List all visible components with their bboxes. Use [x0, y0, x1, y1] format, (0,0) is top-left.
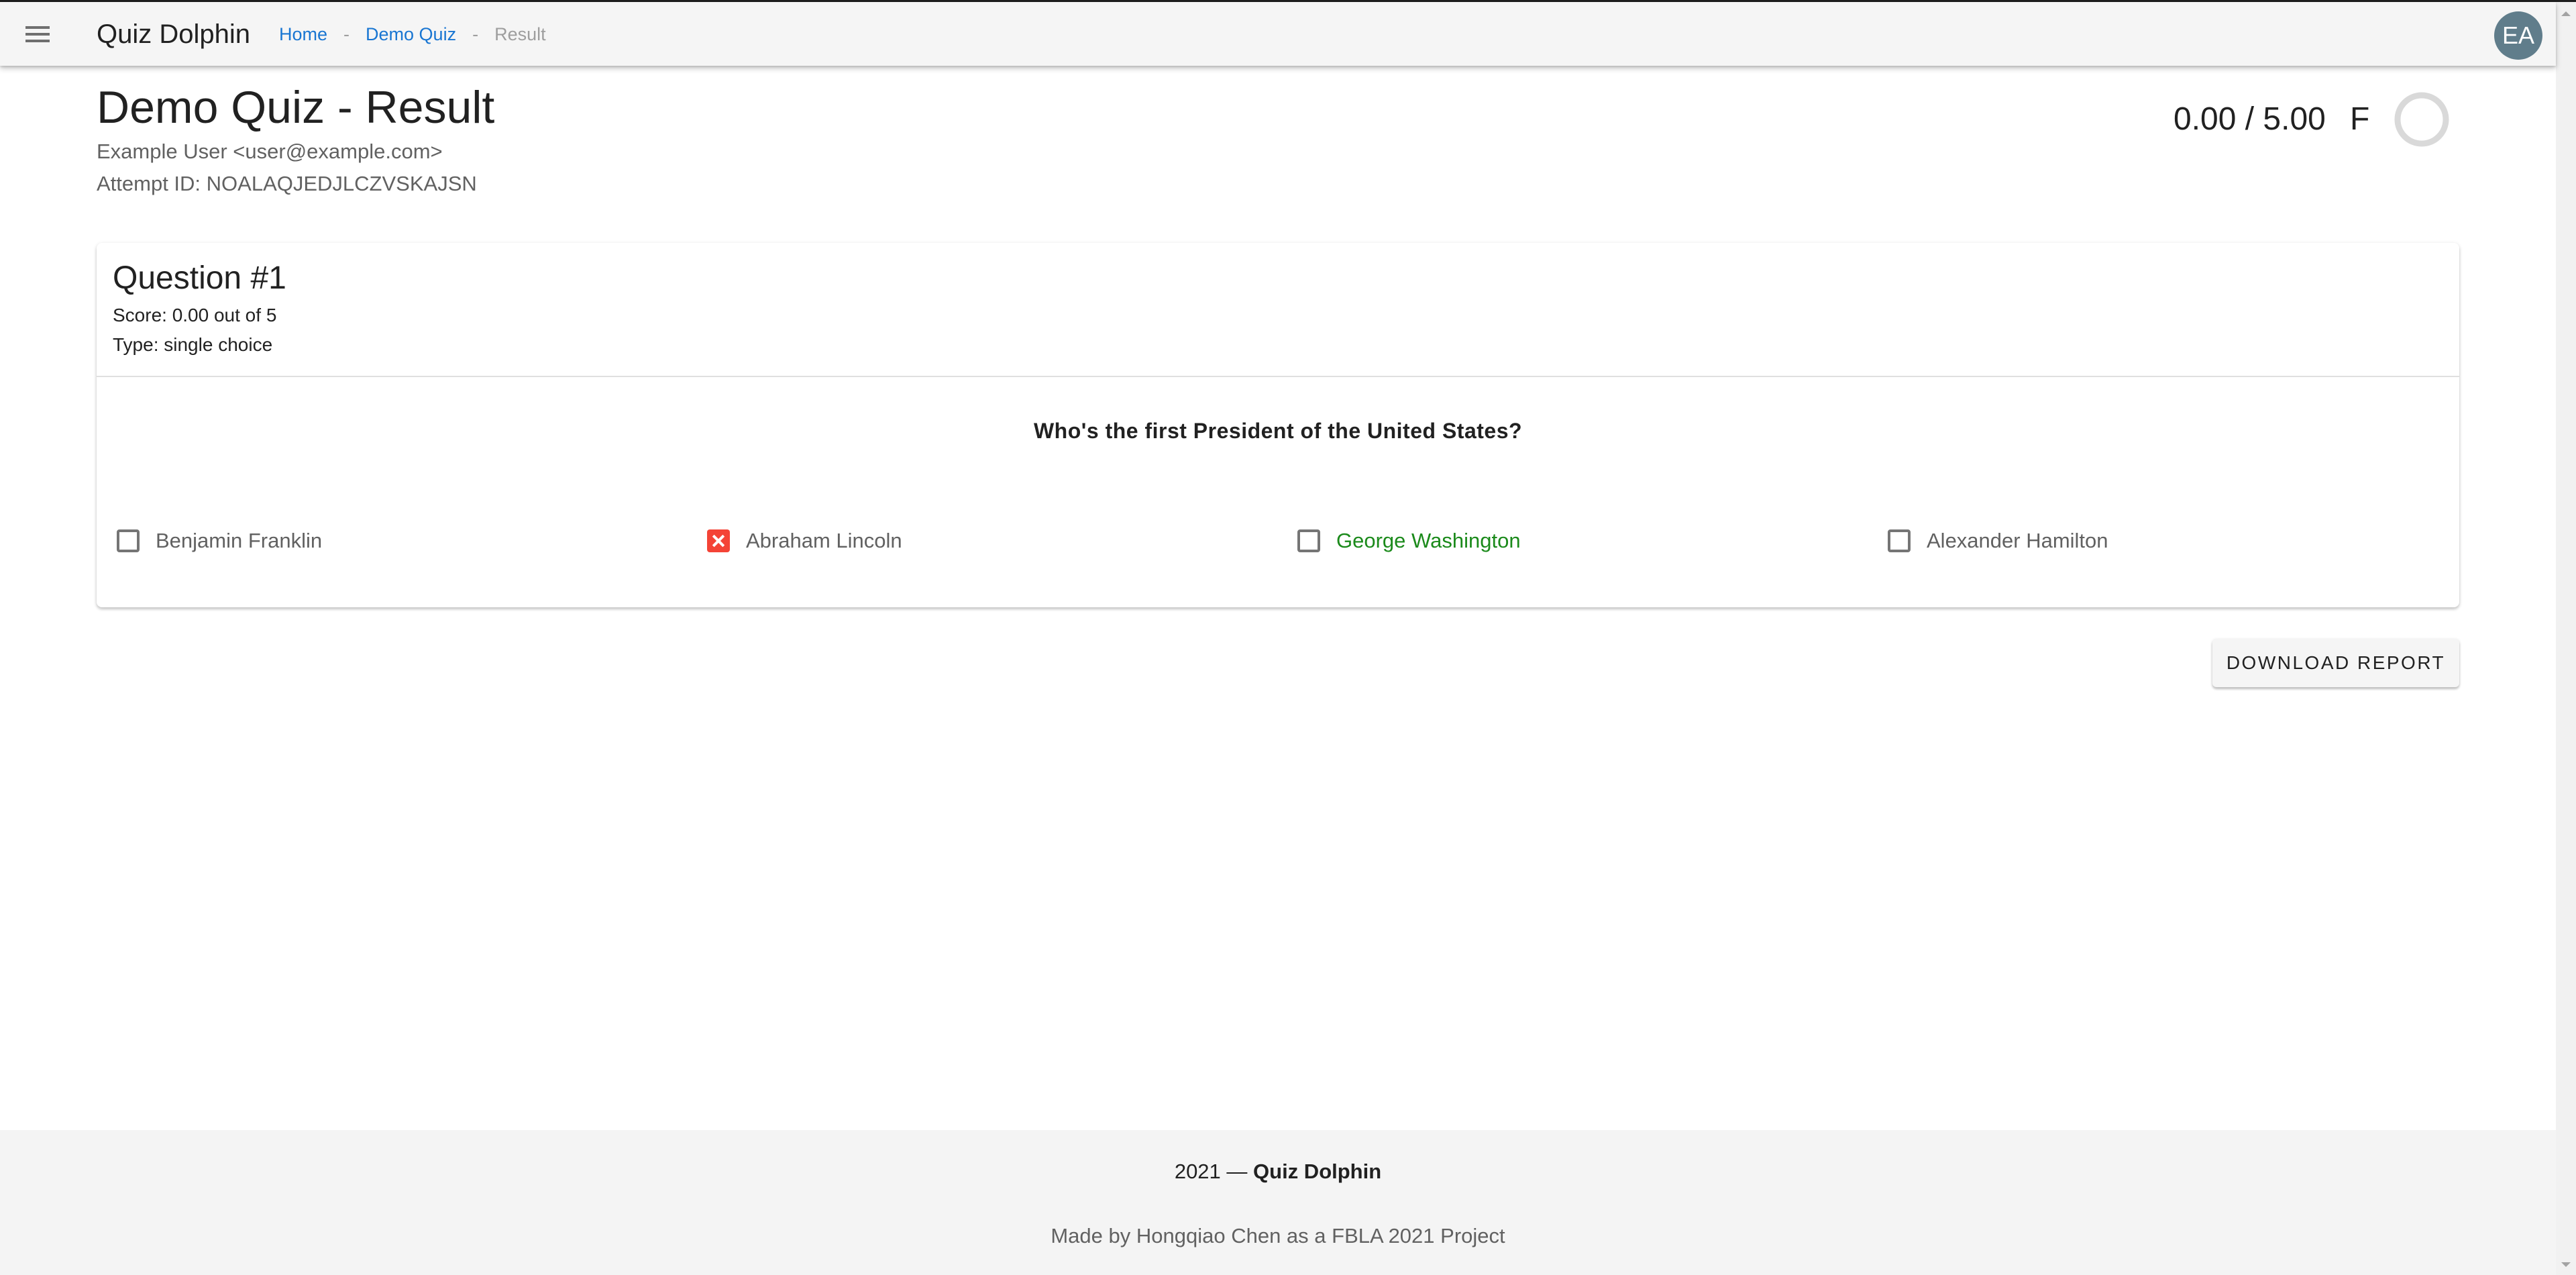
question-card: Question #1 Score: 0.00 out of 5 Type: s… — [97, 243, 2459, 607]
footer-credit: Made by Hongqiao Chen as a FBLA 2021 Pro… — [1051, 1224, 1505, 1247]
breadcrumb: Home - Demo Quiz - Result — [279, 21, 546, 48]
option-benjamin-franklin[interactable]: Benjamin Franklin — [117, 521, 322, 561]
vertical-scrollbar[interactable] — [2556, 2, 2576, 1275]
footer-copyright: 2021 — Quiz Dolphin — [0, 1157, 2556, 1186]
checkbox-empty-icon[interactable] — [1297, 529, 1320, 552]
question-type: Type: single choice — [113, 334, 273, 355]
checkbox-empty-icon[interactable] — [117, 529, 140, 552]
breadcrumb-separator: - — [472, 24, 479, 44]
user-info: Example User <user@example.com> — [97, 140, 443, 163]
option-alexander-hamilton[interactable]: Alexander Hamilton — [1888, 521, 2108, 561]
score-progress-ring — [2394, 92, 2449, 147]
answer-options: Benjamin Franklin Abraham Lincoln George… — [97, 521, 2459, 561]
total-score: 0.00 / 5.00 — [2174, 101, 2326, 137]
breadcrumb-home[interactable]: Home — [279, 21, 327, 48]
option-george-washington[interactable]: George Washington — [1297, 521, 1521, 561]
scroll-up-arrow-icon[interactable] — [2561, 11, 2571, 16]
option-abraham-lincoln[interactable]: Abraham Lincoln — [707, 521, 902, 561]
breadcrumb-separator: - — [343, 24, 350, 44]
footer: 2021 — Quiz Dolphin Made by Hongqiao Che… — [0, 1130, 2556, 1275]
question-text: Who's the first President of the United … — [1033, 419, 1523, 443]
grade-letter: F — [2350, 101, 2370, 137]
menu-button[interactable] — [13, 9, 62, 57]
question-score: Score: 0.00 out of 5 — [113, 305, 277, 325]
footer-year: 2021 — — [1174, 1160, 1248, 1183]
breadcrumb-current: Result — [494, 24, 546, 44]
avatar[interactable]: EA — [2494, 11, 2542, 60]
breadcrumb-demo-quiz[interactable]: Demo Quiz — [366, 21, 456, 48]
app-bar: Quiz Dolphin Home - Demo Quiz - Result E… — [0, 2, 2556, 66]
option-label: Abraham Lincoln — [746, 529, 902, 552]
download-report-button[interactable]: Download Report — [2212, 639, 2459, 687]
menu-icon — [25, 26, 50, 29]
scroll-down-arrow-icon[interactable] — [2561, 1262, 2571, 1267]
progress-ring-track — [2394, 92, 2449, 147]
option-label-correct: George Washington — [1336, 529, 1521, 552]
page: Quiz Dolphin Home - Demo Quiz - Result E… — [0, 0, 2556, 1275]
checkbox-wrong-x-icon[interactable] — [707, 529, 730, 552]
page-title: Demo Quiz - Result — [97, 82, 495, 133]
footer-brand: Quiz Dolphin — [1253, 1160, 1382, 1183]
attempt-id: Attempt ID: NOALAQJEDJLCZVSKAJSN — [97, 172, 477, 195]
option-label: Alexander Hamilton — [1927, 529, 2108, 552]
question-header: Question #1 Score: 0.00 out of 5 Type: s… — [97, 243, 2459, 377]
question-title: Question #1 — [113, 260, 286, 296]
checkbox-empty-icon[interactable] — [1888, 529, 1911, 552]
app-title: Quiz Dolphin — [97, 19, 251, 49]
option-label: Benjamin Franklin — [156, 529, 323, 552]
